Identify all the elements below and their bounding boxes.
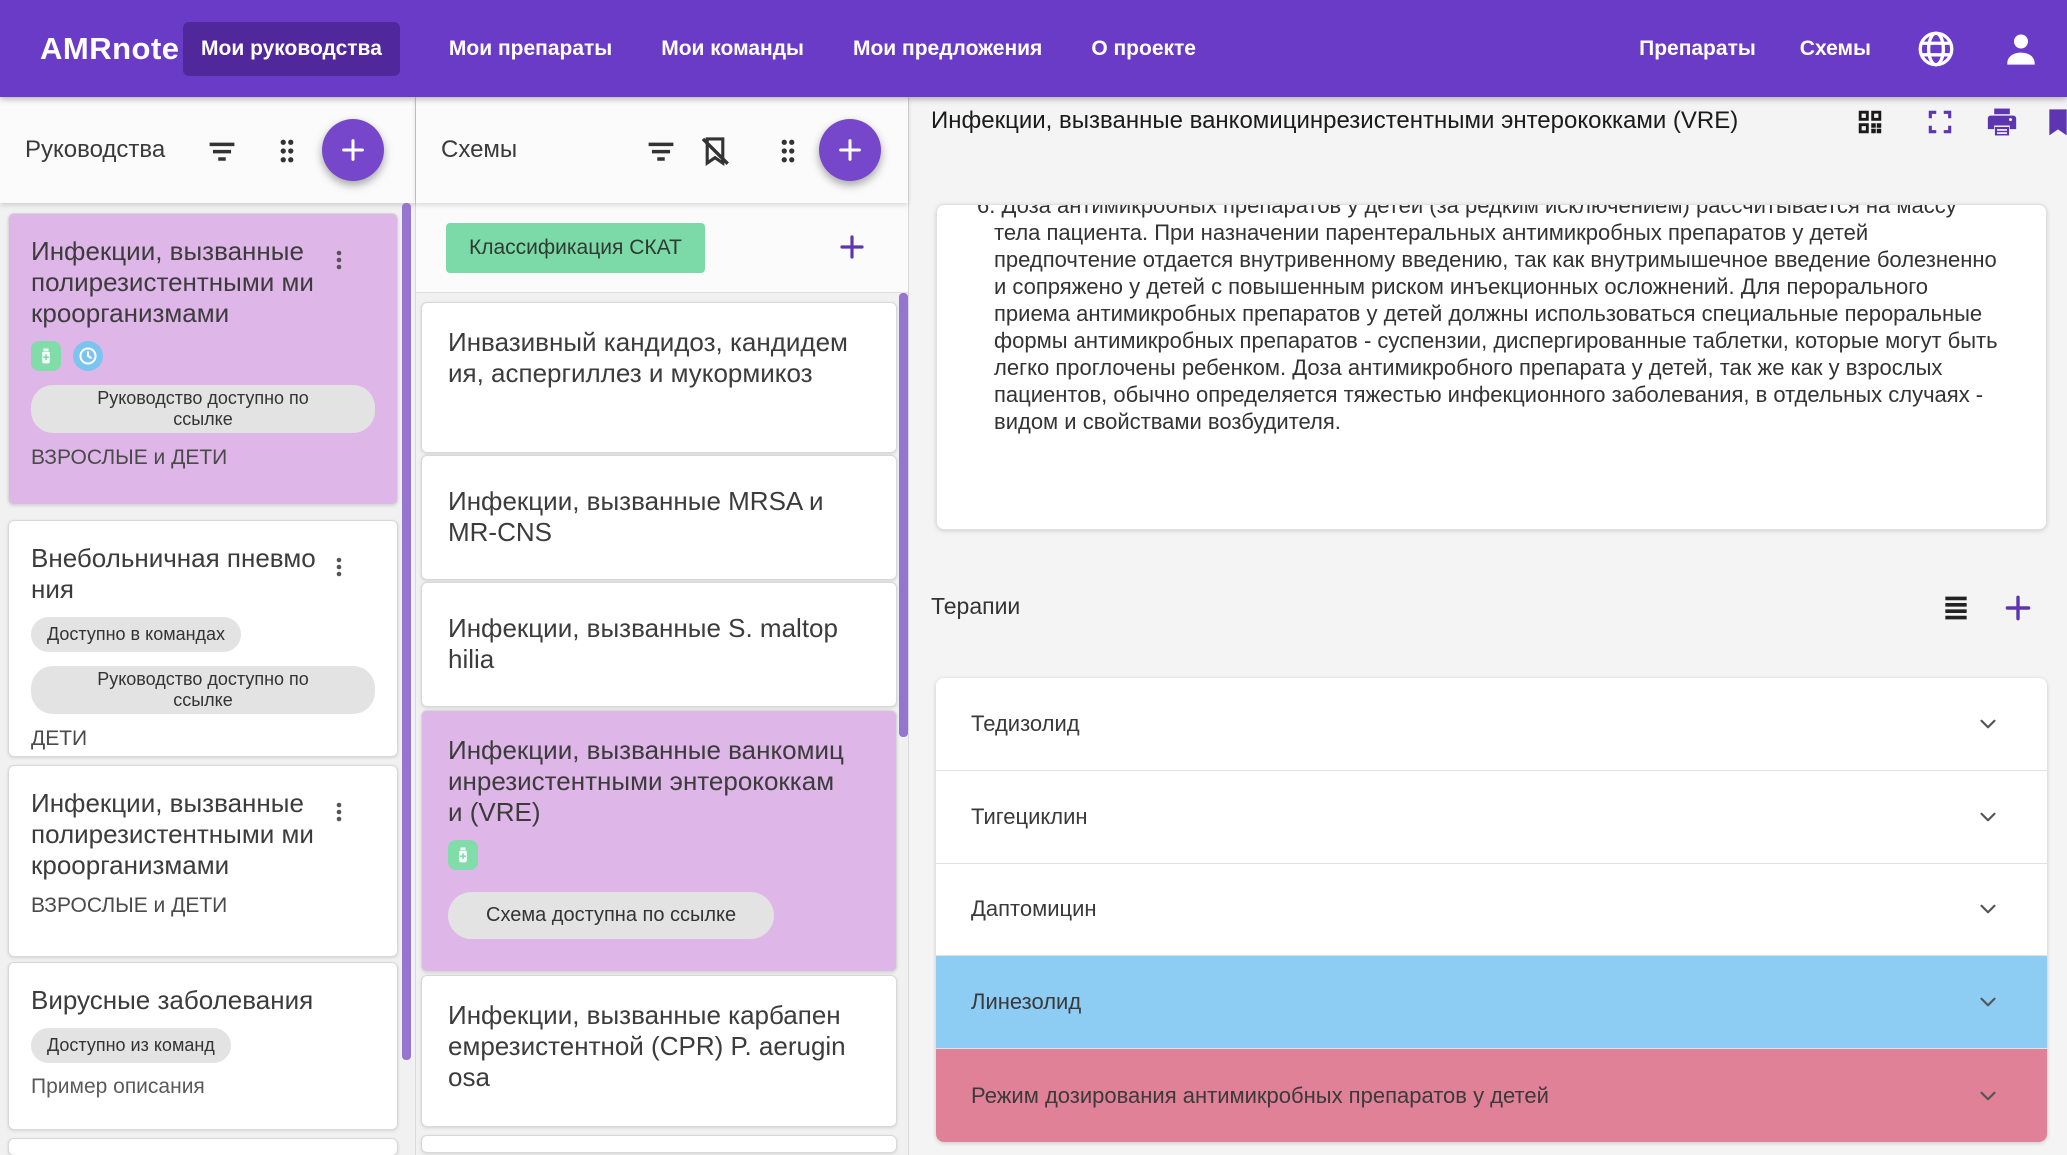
scheme-card[interactable]: [421, 1135, 897, 1153]
schemes-header: Схемы: [416, 97, 908, 203]
guidelines-title: Руководства: [25, 97, 165, 203]
user-account-icon[interactable]: [2001, 29, 2041, 69]
add-therapy-icon[interactable]: [2001, 591, 2035, 625]
card-menu-icon[interactable]: [327, 248, 351, 277]
amrnote-app: AMRnote Мои руководства Мои препараты Мо…: [0, 0, 2067, 1155]
therapy-label: Линезолид: [971, 989, 1081, 1015]
therapy-label: Тедизолид: [971, 711, 1080, 737]
therapy-row[interactable]: Тигециклин: [936, 771, 2047, 864]
nav-tabs: Мои руководства Мои препараты Мои команд…: [183, 0, 1196, 97]
audience-label: ВЗРОСЛЫЕ и ДЕТИ: [31, 894, 375, 918]
therapies-title: Терапии: [931, 593, 1020, 620]
drug-bottle-icon: [448, 840, 478, 870]
guideline-card[interactable]: Инфекции, вызванные полирезистентными ми…: [8, 765, 398, 957]
guideline-card-title: Внебольничная пневмония: [31, 543, 323, 605]
clock-icon: [73, 341, 103, 371]
add-scheme-button[interactable]: [819, 119, 881, 181]
guideline-card[interactable]: Внебольничная пневмония Доступно в коман…: [8, 520, 398, 757]
fullscreen-icon[interactable]: [1923, 105, 1957, 139]
scheme-card[interactable]: Инвазивный кандидоз, кандидемия, асперги…: [421, 302, 897, 453]
schemes-title: Схемы: [441, 97, 517, 203]
detail-title: Инфекции, вызванные ванкомицинрезистентн…: [931, 107, 1841, 135]
guideline-note-text: 6. Доза антимикробных препаратов у детей…: [977, 204, 2006, 435]
qr-code-icon[interactable]: [1853, 105, 1887, 139]
tab-my-suggestions[interactable]: Мои предложения: [853, 37, 1042, 61]
guideline-card[interactable]: [8, 1138, 398, 1155]
top-navbar: AMRnote Мои руководства Мои препараты Мо…: [0, 0, 2067, 97]
guidelines-panel: Руководства Инфекции, вызванные полирези…: [0, 97, 416, 1155]
scheme-card-title: Инфекции, вызванные MRSA и MR-CNS: [448, 486, 848, 548]
therapies-accordion: Тедизолид Тигециклин Даптомицин Линезоли…: [936, 678, 2047, 1142]
link-access-pill: Руководство доступно по ссылке: [31, 385, 375, 433]
language-globe-icon[interactable]: [1915, 28, 1957, 70]
guideline-card-title: Вирусные заболевания: [31, 985, 323, 1016]
scheme-card[interactable]: Инфекции, вызванные S. maltophilia: [421, 582, 897, 707]
schemes-panel: Схемы Классификация СКАТ Инвазивный канд…: [416, 97, 909, 1155]
chevron-down-icon[interactable]: [1975, 989, 2001, 1021]
link-schemes[interactable]: Схемы: [1800, 37, 1871, 61]
card-menu-icon[interactable]: [327, 555, 351, 584]
classification-row: Классификация СКАТ: [416, 203, 908, 293]
guideline-note-box: 6. Доза антимикробных препаратов у детей…: [936, 204, 2047, 530]
add-guideline-button[interactable]: [322, 119, 384, 181]
guideline-card[interactable]: Вирусные заболевания Доступно из команд …: [8, 962, 398, 1130]
card-badges: [31, 341, 375, 371]
therapy-row-dosing[interactable]: Режим дозирования антимикробных препарат…: [936, 1049, 2047, 1142]
tab-my-guidelines[interactable]: Мои руководства: [183, 22, 400, 76]
scheme-card-title: Инфекции, вызванные карбапенемрезистентн…: [448, 1000, 848, 1093]
card-menu-icon[interactable]: [327, 800, 351, 829]
chevron-down-icon[interactable]: [1975, 711, 2001, 743]
guideline-card-title: Инфекции, вызванные полирезистентными ми…: [31, 788, 323, 881]
drug-bottle-icon: [31, 341, 61, 371]
list-view-icon[interactable]: [1939, 591, 1973, 625]
classification-chip[interactable]: Классификация СКАТ: [446, 223, 705, 273]
card-description: Пример описания: [31, 1075, 375, 1099]
link-access-pill: Схема доступна по ссылке: [448, 892, 774, 939]
link-drugs[interactable]: Препараты: [1639, 37, 1756, 61]
print-icon[interactable]: [1985, 105, 2019, 139]
card-badges: [448, 840, 870, 870]
tab-my-drugs[interactable]: Мои препараты: [449, 37, 612, 61]
chevron-down-icon[interactable]: [1975, 1083, 2001, 1115]
detail-panel: Инфекции, вызванные ванкомицинрезистентн…: [909, 97, 2067, 1155]
filter-icon[interactable]: [644, 134, 678, 168]
add-classification-icon[interactable]: [836, 231, 868, 268]
scheme-card-selected[interactable]: Инфекции, вызванные ванкомицинрезистентн…: [421, 710, 897, 972]
scheme-card-title: Инвазивный кандидоз, кандидемия, асперги…: [448, 327, 848, 389]
therapy-label: Тигециклин: [971, 804, 1088, 830]
therapy-label: Режим дозирования антимикробных препарат…: [971, 1083, 1549, 1109]
chevron-down-icon[interactable]: [1975, 896, 2001, 928]
therapy-label: Даптомицин: [971, 896, 1097, 922]
scheme-card[interactable]: Инфекции, вызванные MRSA и MR-CNS: [421, 455, 897, 580]
scheme-card[interactable]: Инфекции, вызванные карбапенемрезистентн…: [421, 975, 897, 1127]
bookmark-icon[interactable]: [2041, 105, 2067, 139]
scheme-card-title: Инфекции, вызванные ванкомицинрезистентн…: [448, 735, 848, 828]
drag-grid-icon[interactable]: [771, 134, 805, 168]
filter-icon[interactable]: [205, 134, 239, 168]
chevron-down-icon[interactable]: [1975, 804, 2001, 836]
brand-logo[interactable]: AMRnote: [40, 0, 180, 97]
tab-about[interactable]: О проекте: [1091, 37, 1196, 61]
guideline-card[interactable]: Инфекции, вызванные полирезистентными ми…: [8, 213, 398, 505]
audience-label: ВЗРОСЛЫЕ и ДЕТИ: [31, 446, 375, 470]
scheme-card-title: Инфекции, вызванные S. maltophilia: [448, 613, 848, 675]
navbar-right: Препараты Схемы: [1639, 0, 2041, 97]
drag-grid-icon[interactable]: [270, 134, 304, 168]
guideline-card-title: Инфекции, вызванные полирезистентными ми…: [31, 236, 323, 329]
team-access-pill: Доступно в командах: [31, 617, 241, 652]
schemes-scrollbar[interactable]: [899, 293, 908, 737]
link-access-pill: Руководство доступно по ссылке: [31, 666, 375, 714]
bookmark-off-icon[interactable]: [698, 134, 732, 168]
therapy-row[interactable]: Тедизолид: [936, 678, 2047, 771]
team-access-pill: Доступно из команд: [31, 1028, 231, 1063]
tab-my-teams[interactable]: Мои команды: [661, 37, 804, 61]
therapy-row[interactable]: Даптомицин: [936, 864, 2047, 957]
therapy-row-selected[interactable]: Линезолид: [936, 956, 2047, 1049]
guidelines-header: Руководства: [0, 97, 415, 203]
guidelines-scrollbar[interactable]: [402, 203, 411, 1060]
audience-label: ДЕТИ: [31, 727, 375, 751]
